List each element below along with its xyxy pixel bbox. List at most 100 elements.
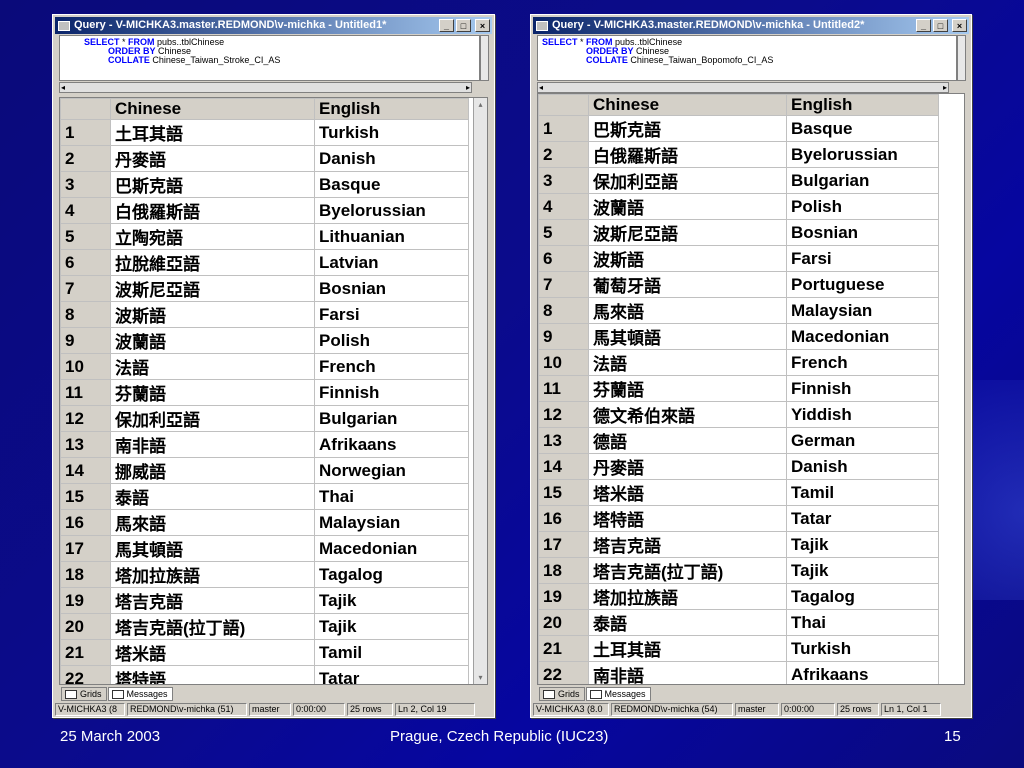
chinese-cell[interactable]: 葡萄牙語 [588,271,787,299]
english-cell[interactable]: Byelorussian [314,197,469,225]
english-cell[interactable]: Afrikaans [786,661,939,684]
table-row[interactable]: 15 塔米語 Tamil [538,479,939,507]
row-number-cell[interactable]: 11 [60,379,111,407]
english-cell[interactable]: Yiddish [786,401,939,429]
column-header-english[interactable]: English [314,98,469,121]
table-row[interactable]: 22 南非語 Afrikaans [538,661,939,684]
chinese-cell[interactable]: 法語 [110,353,315,381]
chinese-cell[interactable]: 塔吉克語 [110,587,315,615]
tab-messages[interactable]: Messages [585,687,651,701]
chinese-cell[interactable]: 波斯尼亞語 [588,219,787,247]
scroll-right-icon[interactable]: ▸ [943,83,947,92]
chinese-cell[interactable]: 芬蘭語 [110,379,315,407]
chinese-cell[interactable]: 塔加拉族語 [588,583,787,611]
tab-messages[interactable]: Messages [107,687,173,701]
table-row[interactable]: 16 塔特語 Tatar [538,505,939,533]
table-row[interactable]: 3 保加利亞語 Bulgarian [538,167,939,195]
chinese-cell[interactable]: 芬蘭語 [588,375,787,403]
table-row[interactable]: 13 南非語 Afrikaans [60,431,469,459]
english-cell[interactable]: Lithuanian [314,223,469,251]
column-header-english[interactable]: English [786,94,939,117]
column-header-chinese[interactable]: Chinese [588,94,787,117]
row-number-cell[interactable]: 2 [538,141,589,169]
english-cell[interactable]: Bosnian [314,275,469,303]
english-cell[interactable]: Danish [786,453,939,481]
row-number-cell[interactable]: 9 [538,323,589,351]
table-row[interactable]: 17 馬其頓語 Macedonian [60,535,469,563]
table-row[interactable]: 18 塔加拉族語 Tagalog [60,561,469,589]
row-number-cell[interactable]: 12 [538,401,589,429]
english-cell[interactable]: Polish [786,193,939,221]
query-window-2[interactable]: Query - V-MICHKA3.master.REDMOND\v-michk… [530,14,972,718]
english-cell[interactable]: Finnish [314,379,469,407]
sql-vertical-scrollbar[interactable] [480,35,489,81]
english-cell[interactable]: Bosnian [786,219,939,247]
row-number-cell[interactable]: 21 [60,639,111,667]
sql-editor[interactable]: SELECT * FROM pubs..tblChinese ORDER BY … [537,35,957,81]
chinese-cell[interactable]: 馬來語 [110,509,315,537]
results-grid[interactable]: Chinese English 1 巴斯克語 Basque 2 白俄羅斯語 Byeloru… [537,93,965,685]
english-cell[interactable]: Latvian [314,249,469,277]
english-cell[interactable]: Tamil [314,639,469,667]
row-number-cell[interactable]: 13 [538,427,589,455]
table-row[interactable]: 14 丹麥語 Danish [538,453,939,481]
chinese-cell[interactable]: 法語 [588,349,787,377]
row-number-cell[interactable]: 8 [60,301,111,329]
scroll-up-icon[interactable]: ▴ [474,100,487,109]
english-cell[interactable]: Macedonian [314,535,469,563]
sql-editor[interactable]: SELECT * FROM pubs..tblChinese ORDER BY … [59,35,480,81]
close-button[interactable]: × [952,19,967,32]
row-number-cell[interactable]: 22 [538,661,589,684]
english-cell[interactable]: Bulgarian [314,405,469,433]
row-number-cell[interactable]: 6 [60,249,111,277]
table-row[interactable]: 2 丹麥語 Danish [60,145,469,173]
row-number-cell[interactable]: 5 [60,223,111,251]
chinese-cell[interactable]: 塔吉克語(拉丁語) [588,557,787,585]
minimize-button[interactable]: _ [916,19,931,32]
english-cell[interactable]: Malaysian [314,509,469,537]
table-row[interactable]: 19 塔吉克語 Tajik [60,587,469,615]
table-row[interactable]: 20 泰語 Thai [538,609,939,637]
english-cell[interactable]: Finnish [786,375,939,403]
chinese-cell[interactable]: 拉脫維亞語 [110,249,315,277]
row-number-cell[interactable]: 20 [538,609,589,637]
chinese-cell[interactable]: 保加利亞語 [110,405,315,433]
chinese-cell[interactable]: 巴斯克語 [110,171,315,199]
table-row[interactable]: 20 塔吉克語(拉丁語) Tajik [60,613,469,641]
chinese-cell[interactable]: 塔特語 [110,665,315,684]
row-number-cell[interactable]: 1 [60,119,111,147]
scroll-left-icon[interactable]: ◂ [539,83,543,92]
minimize-button[interactable]: _ [439,19,454,32]
sql-horizontal-scrollbar[interactable]: ◂ ▸ [59,82,472,93]
chinese-cell[interactable]: 塔吉克語 [588,531,787,559]
row-number-cell[interactable]: 4 [538,193,589,221]
chinese-cell[interactable]: 泰語 [588,609,787,637]
english-cell[interactable]: Tatar [314,665,469,684]
chinese-cell[interactable]: 塔特語 [588,505,787,533]
chinese-cell[interactable]: 巴斯克語 [588,115,787,143]
table-row[interactable]: 4 白俄羅斯語 Byelorussian [60,197,469,225]
sql-horizontal-scrollbar[interactable]: ◂ ▸ [537,82,949,93]
row-number-cell[interactable]: 16 [538,505,589,533]
english-cell[interactable]: Tagalog [786,583,939,611]
table-row[interactable]: 11 芬蘭語 Finnish [538,375,939,403]
chinese-cell[interactable]: 塔米語 [588,479,787,507]
close-button[interactable]: × [475,19,490,32]
chinese-cell[interactable]: 立陶宛語 [110,223,315,251]
chinese-cell[interactable]: 馬其頓語 [110,535,315,563]
chinese-cell[interactable]: 德文希伯來語 [588,401,787,429]
chinese-cell[interactable]: 波斯尼亞語 [110,275,315,303]
english-cell[interactable]: Turkish [786,635,939,663]
english-cell[interactable]: Macedonian [786,323,939,351]
row-number-cell[interactable]: 6 [538,245,589,273]
table-row[interactable]: 7 波斯尼亞語 Bosnian [60,275,469,303]
table-row[interactable]: 12 保加利亞語 Bulgarian [60,405,469,433]
chinese-cell[interactable]: 丹麥語 [110,145,315,173]
table-row[interactable]: 2 白俄羅斯語 Byelorussian [538,141,939,169]
row-number-cell[interactable]: 10 [538,349,589,377]
english-cell[interactable]: Basque [786,115,939,143]
row-number-cell[interactable]: 20 [60,613,111,641]
english-cell[interactable]: Tatar [786,505,939,533]
chinese-cell[interactable]: 白俄羅斯語 [110,197,315,225]
grid-vertical-scrollbar[interactable]: ▴ ▾ [473,98,487,684]
